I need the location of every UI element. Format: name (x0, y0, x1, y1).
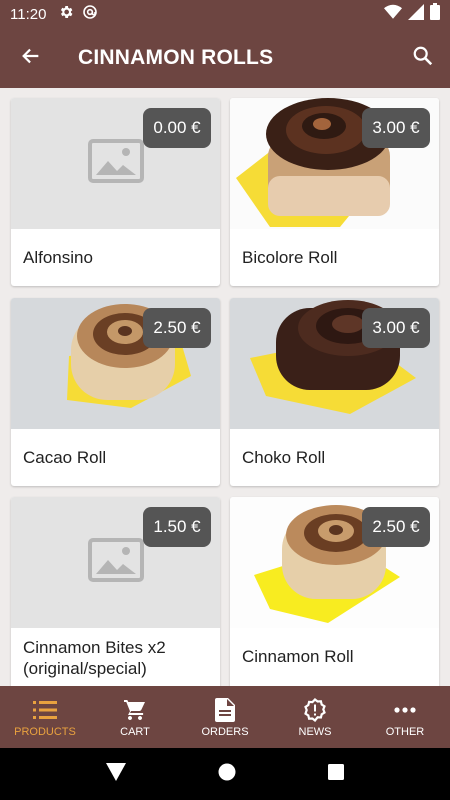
search-icon (412, 45, 434, 72)
nav-label: CART (120, 725, 150, 738)
at-sign-icon (82, 4, 98, 25)
alert-badge-icon (303, 697, 327, 723)
back-arrow-icon (20, 45, 42, 72)
product-image: 1.50 € (11, 497, 220, 628)
product-grid: 0.00 € Alfonsino 3.00 € Bicolore Roll 2.… (0, 88, 450, 686)
back-button[interactable] (0, 28, 62, 88)
status-bar: 11:20 (0, 0, 450, 28)
nav-products[interactable]: PRODUCTS (0, 686, 90, 748)
product-name: Cinnamon Roll (242, 647, 354, 666)
nav-label: OTHER (385, 725, 425, 738)
product-name: Cinnamon Bites x2 (original/special) (23, 638, 166, 678)
product-card[interactable]: 1.50 € Cinnamon Bites x2 (original/speci… (11, 497, 220, 686)
nav-label: ORDERS (201, 725, 249, 738)
list-icon (33, 697, 57, 723)
page-title: CINNAMON ROLLS (78, 46, 274, 69)
back-triangle-icon[interactable] (106, 762, 126, 786)
more-icon (394, 697, 416, 723)
price-badge: 0.00 € (143, 108, 211, 148)
nav-orders[interactable]: ORDERS (180, 686, 270, 748)
price-badge: 2.50 € (143, 308, 211, 348)
product-card[interactable]: 3.00 € Choko Roll (230, 298, 439, 486)
bottom-navigation: PRODUCTS CART ORDERS NEWS OTHER (0, 686, 450, 748)
status-time: 11:20 (10, 5, 47, 23)
nav-label: PRODUCTS (14, 725, 76, 738)
battery-icon (430, 3, 440, 25)
home-circle-icon[interactable] (218, 763, 236, 786)
document-icon (215, 697, 235, 723)
product-card[interactable]: 0.00 € Alfonsino (11, 98, 220, 286)
product-name: Cacao Roll (23, 448, 107, 467)
product-name: Alfonsino (23, 248, 93, 267)
price-badge: 1.50 € (143, 507, 211, 547)
price-badge: 2.50 € (362, 507, 430, 547)
product-card[interactable]: 2.50 € Cacao Roll (11, 298, 220, 486)
product-card[interactable]: 2.50 € Cinnamon Roll (230, 497, 439, 686)
product-image: 2.50 € (11, 298, 220, 429)
image-placeholder-icon (87, 139, 144, 188)
product-image: 0.00 € (11, 98, 220, 229)
nav-cart[interactable]: CART (90, 686, 180, 748)
product-image: 3.00 € (230, 98, 439, 229)
signal-icon (408, 3, 424, 25)
product-image: 3.00 € (230, 298, 439, 429)
gear-icon (58, 4, 74, 25)
price-badge: 3.00 € (362, 308, 430, 348)
price-badge: 3.00 € (362, 108, 430, 148)
cart-icon (123, 697, 147, 723)
nav-other[interactable]: OTHER (360, 686, 450, 748)
product-name: Choko Roll (242, 448, 326, 467)
product-name: Bicolore Roll (242, 248, 338, 267)
system-navigation-bar (0, 748, 450, 800)
product-card[interactable]: 3.00 € Bicolore Roll (230, 98, 439, 286)
recents-square-icon[interactable] (328, 763, 344, 785)
nav-label: NEWS (298, 725, 332, 738)
wifi-icon (384, 4, 402, 25)
image-placeholder-icon (87, 538, 144, 587)
nav-news[interactable]: NEWS (270, 686, 360, 748)
product-image: 2.50 € (230, 497, 439, 628)
search-button[interactable] (396, 28, 450, 88)
app-bar: CINNAMON ROLLS (0, 28, 450, 88)
